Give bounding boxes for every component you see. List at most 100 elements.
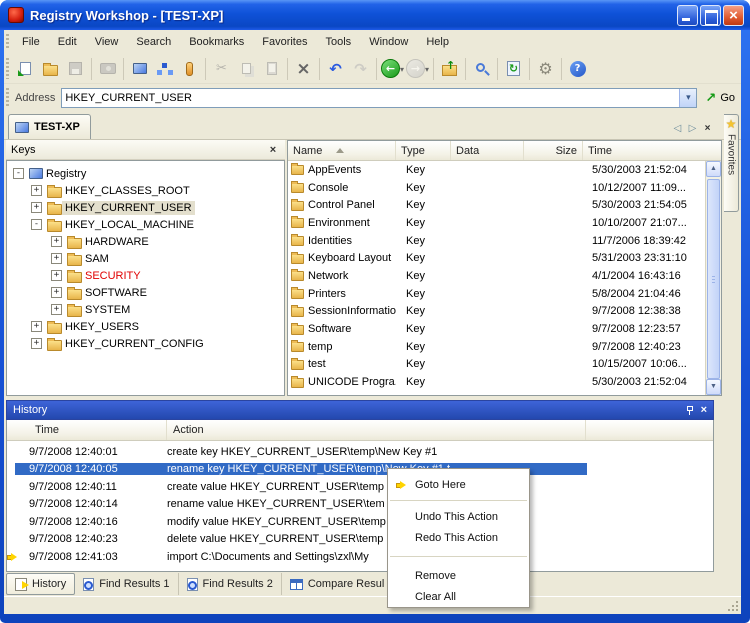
tree-expander[interactable]: +: [51, 287, 62, 298]
tree-expander[interactable]: +: [51, 236, 62, 247]
tree-item[interactable]: + HKEY_USERS: [11, 318, 284, 335]
menu-item-clear-all[interactable]: Clear All: [388, 586, 456, 607]
toolbar-grip[interactable]: [6, 58, 9, 79]
tree-item[interactable]: - HKEY_LOCAL_MACHINE: [11, 216, 284, 233]
tree-item[interactable]: + SAM: [11, 250, 284, 267]
connect-computer-button[interactable]: [127, 57, 152, 81]
delete-button[interactable]: [291, 57, 316, 81]
tree-expander[interactable]: +: [51, 253, 62, 264]
menu-item[interactable]: View: [86, 33, 128, 51]
copy-button[interactable]: [234, 57, 259, 81]
favorites-side-tab[interactable]: Favorites: [724, 114, 739, 212]
tree-expander[interactable]: +: [51, 270, 62, 281]
tree-item[interactable]: + SECURITY: [11, 267, 284, 284]
undo-button[interactable]: [323, 57, 348, 81]
tree-item[interactable]: + HKEY_CURRENT_USER: [11, 199, 284, 216]
refresh-button[interactable]: [501, 57, 526, 81]
history-row[interactable]: 9/7/2008 12:40:23 delete value HKEY_CURR…: [7, 531, 713, 549]
list-row[interactable]: SessionInformation Key 9/7/2008 12:38:38: [288, 303, 705, 321]
list-row[interactable]: temp Key 9/7/2008 12:40:23: [288, 338, 705, 356]
column-header-size[interactable]: Size: [524, 141, 583, 160]
forward-button[interactable]: [405, 57, 430, 81]
tree-item[interactable]: + HKEY_CLASSES_ROOT: [11, 182, 284, 199]
tree-item[interactable]: + HARDWARE: [11, 233, 284, 250]
tree-expander[interactable]: +: [31, 185, 42, 196]
history-row[interactable]: 9/7/2008 12:41:03 import C:\Documents an…: [7, 548, 713, 566]
column-header-time[interactable]: Time: [7, 420, 167, 440]
tree-item[interactable]: + SOFTWARE: [11, 284, 284, 301]
list-row[interactable]: Printers Key 5/8/2004 21:04:46: [288, 285, 705, 303]
list-row[interactable]: Control Panel Key 5/30/2003 21:54:05: [288, 196, 705, 214]
back-button[interactable]: [380, 57, 405, 81]
history-row[interactable]: 9/7/2008 12:40:14 rename value HKEY_CURR…: [7, 496, 713, 514]
column-header-name[interactable]: Name: [288, 141, 396, 160]
tree-expander[interactable]: +: [51, 304, 62, 315]
address-dropdown-button[interactable]: [679, 88, 697, 107]
tree-item[interactable]: - Registry: [11, 165, 284, 182]
scrollbar-thumb[interactable]: [707, 179, 720, 379]
column-header-data[interactable]: Data: [451, 141, 524, 160]
vertical-scrollbar[interactable]: ▲ ▼: [705, 161, 721, 395]
close-button[interactable]: [723, 4, 744, 26]
history-row[interactable]: 9/7/2008 12:40:01 create key HKEY_CURREN…: [7, 443, 713, 461]
menu-item[interactable]: Search: [127, 33, 180, 51]
network-button[interactable]: [152, 57, 177, 81]
dropdown-caret-icon[interactable]: [400, 63, 404, 75]
menu-item-remove[interactable]: Remove: [388, 565, 456, 586]
snapshot-button[interactable]: [95, 57, 120, 81]
list-row[interactable]: AppEvents Key 5/30/2003 21:52:04: [288, 161, 705, 179]
history-row[interactable]: 9/7/2008 12:40:11 create value HKEY_CURR…: [7, 478, 713, 496]
menu-item[interactable]: Window: [360, 33, 417, 51]
bottom-tab[interactable]: Find Results 2: [179, 573, 282, 595]
minimize-button[interactable]: [677, 4, 698, 26]
list-row[interactable]: Console Key 10/12/2007 11:09...: [288, 179, 705, 197]
bottom-tab[interactable]: History: [6, 573, 76, 595]
go-button[interactable]: Go: [705, 90, 735, 106]
search-button[interactable]: [469, 57, 494, 81]
tree-expander[interactable]: -: [13, 168, 24, 179]
menu-item-redo-this-action[interactable]: Redo This Action: [388, 527, 498, 548]
maximize-button[interactable]: [700, 4, 721, 26]
keys-panel-close-icon[interactable]: ×: [266, 144, 280, 156]
address-input[interactable]: [62, 88, 680, 107]
column-header-action[interactable]: Action: [167, 420, 586, 440]
tab-scroll-right-button[interactable]: ▷: [685, 123, 700, 134]
list-row[interactable]: Identities Key 11/7/2006 18:39:42: [288, 232, 705, 250]
menu-item[interactable]: Help: [417, 33, 458, 51]
dropdown-caret-icon[interactable]: [425, 63, 429, 75]
list-row[interactable]: Environment Key 10/10/2007 21:07...: [288, 214, 705, 232]
settings-button[interactable]: [533, 57, 558, 81]
history-row[interactable]: 9/7/2008 12:40:05 rename key HKEY_CURREN…: [7, 461, 713, 479]
menu-item[interactable]: Bookmarks: [180, 33, 253, 51]
list-row[interactable]: UNICODE Progra... Key 5/30/2003 21:52:04: [288, 373, 705, 391]
tree-expander[interactable]: +: [31, 321, 42, 332]
scroll-down-icon[interactable]: ▼: [706, 379, 721, 395]
menu-item[interactable]: File: [13, 33, 49, 51]
menubar-grip[interactable]: [6, 33, 9, 51]
tab-close-button[interactable]: ×: [700, 123, 715, 134]
pin-icon[interactable]: [686, 405, 693, 415]
column-header-time[interactable]: Time: [583, 141, 721, 160]
history-row[interactable]: 9/7/2008 12:40:16 modify value HKEY_CURR…: [7, 513, 713, 531]
menu-item[interactable]: Tools: [317, 33, 361, 51]
import-file-button[interactable]: [13, 57, 38, 81]
redo-button[interactable]: [348, 57, 373, 81]
paste-button[interactable]: [259, 57, 284, 81]
menu-item[interactable]: Favorites: [253, 33, 316, 51]
tree-item[interactable]: + SYSTEM: [11, 301, 284, 318]
tree-expander[interactable]: -: [31, 219, 42, 230]
open-button[interactable]: [38, 57, 63, 81]
bottom-tab[interactable]: Compare Resul: [282, 573, 394, 595]
list-row[interactable]: test Key 10/15/2007 10:06...: [288, 356, 705, 374]
open-key-button[interactable]: [177, 57, 202, 81]
tree-expander[interactable]: +: [31, 338, 42, 349]
history-close-icon[interactable]: ×: [701, 404, 707, 416]
bottom-tab[interactable]: Find Results 1: [75, 573, 179, 595]
up-one-level-button[interactable]: [437, 57, 462, 81]
column-header-type[interactable]: Type: [396, 141, 451, 160]
tree-expander[interactable]: +: [31, 202, 42, 213]
list-row[interactable]: Keyboard Layout Key 5/31/2003 23:31:10: [288, 249, 705, 267]
tab-scroll-left-button[interactable]: ◁: [670, 123, 685, 134]
scroll-up-icon[interactable]: ▲: [706, 161, 721, 177]
menu-item-undo-this-action[interactable]: Undo This Action: [388, 506, 498, 527]
